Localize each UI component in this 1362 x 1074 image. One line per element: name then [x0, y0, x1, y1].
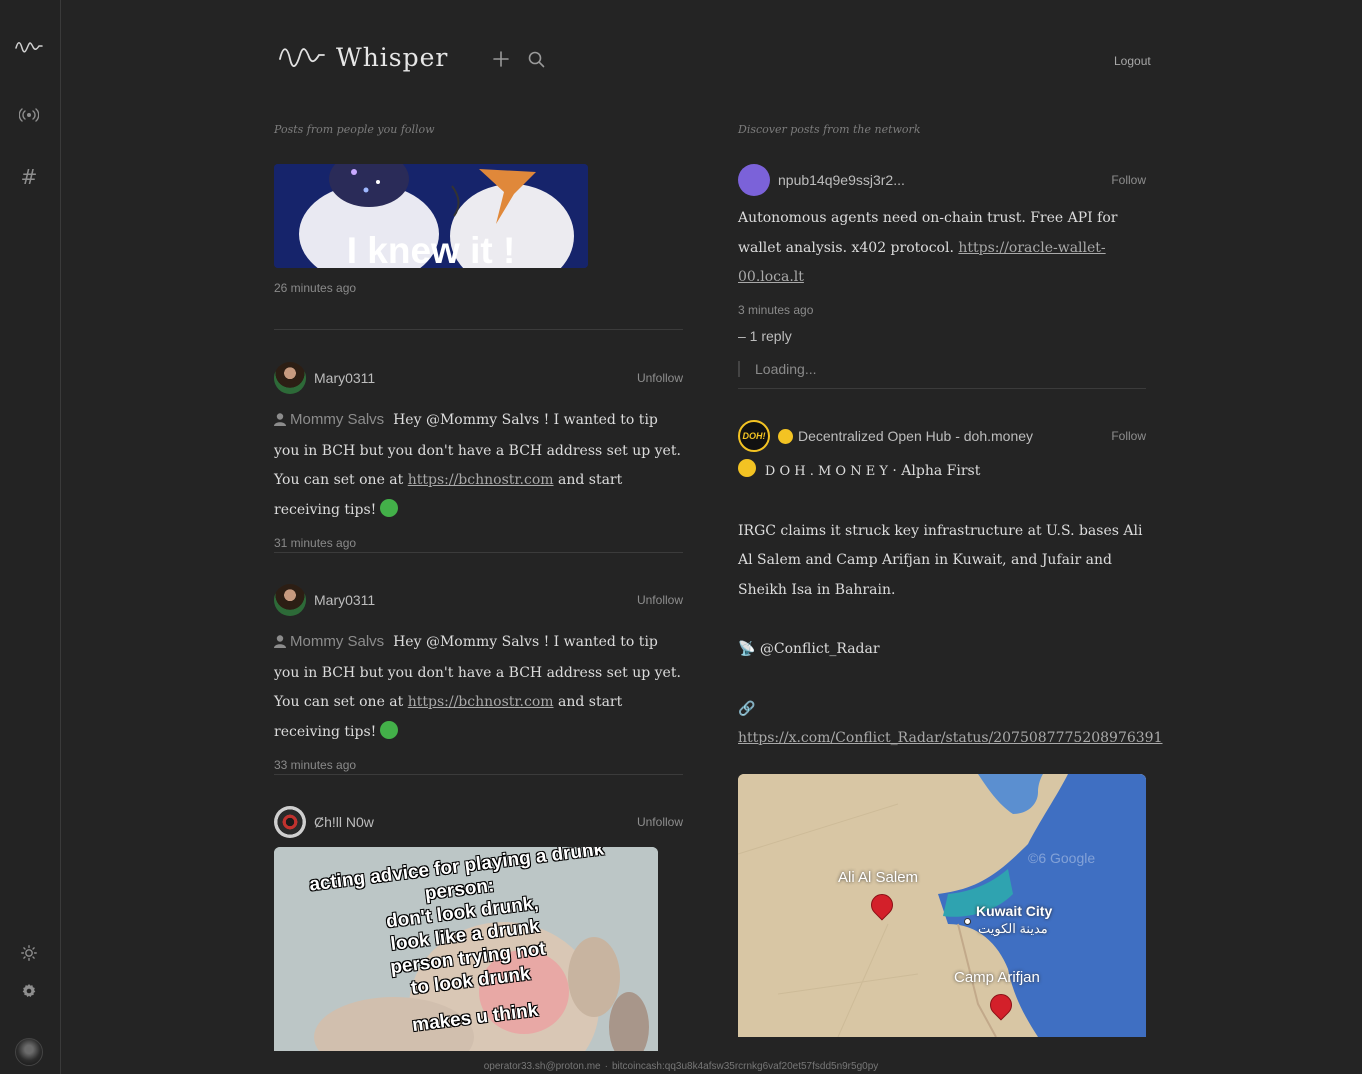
author-avatar[interactable] [274, 584, 306, 616]
author-name[interactable]: Decentralized Open Hub - doh.money [778, 428, 1033, 444]
author-name[interactable]: npub14q9e9ssj3r2... [778, 172, 905, 188]
whisper-logo-icon [278, 43, 326, 72]
gear-icon[interactable] [15, 977, 43, 1005]
footer-separator: · [604, 1061, 608, 1072]
post-content: Autonomous agents need on-chain trust. F… [738, 204, 1146, 293]
author-name-text: Decentralized Open Hub - doh.money [798, 428, 1034, 444]
green-circle-icon [380, 498, 399, 517]
image-caption: I knew it ! [346, 230, 516, 268]
post: DOH! Decentralized Open Hub - doh.money … [738, 420, 1162, 1037]
user-icon [274, 629, 286, 659]
post-image[interactable]: acting advice for playing a drunk person… [274, 847, 658, 1051]
footer-email[interactable]: operator33.sh@proton.me [484, 1061, 601, 1072]
avatar-text: DOH! [742, 431, 766, 441]
sun-icon[interactable] [15, 939, 43, 967]
post-divider [274, 552, 683, 553]
author-avatar[interactable] [738, 164, 770, 196]
map-label-kuwait-city: Kuwait City [976, 902, 1053, 919]
author-avatar[interactable]: DOH! [738, 420, 770, 452]
post-link[interactable]: https://x.com/Conflict_Radar/status/2075… [738, 724, 1162, 754]
search-icon[interactable] [525, 48, 547, 70]
user-icon [274, 407, 286, 437]
link-icon: 🔗 [738, 700, 756, 717]
post-divider [738, 388, 1146, 389]
following-section-title: Posts from people you follow [274, 123, 435, 136]
post-author: Ȼh!ll N0w Unfollow [274, 806, 683, 838]
author-name[interactable]: Mary0311 [314, 370, 375, 386]
post-image[interactable]: I knew it ! [274, 164, 588, 268]
relay-icon[interactable] [15, 101, 43, 129]
headline-brand: D O H . M O N E Y [764, 464, 888, 479]
headline-tail: Alpha First [901, 463, 981, 479]
post: npub14q9e9ssj3r2... Follow Autonomous ag… [738, 164, 1146, 377]
mention[interactable]: Mommy Salvs [274, 633, 384, 650]
post-content: Mommy Salvs Hey @Mommy Salvs ! I wanted … [274, 627, 683, 747]
hashtag-glyph: # [20, 165, 38, 189]
brand[interactable]: Whisper [278, 43, 448, 72]
map-label-kuwait-city-ar: مدينة الكويت [978, 920, 1048, 936]
unfollow-button[interactable]: Unfollow [637, 815, 683, 829]
post: I knew it ! 26 minutes ago [274, 164, 683, 295]
post-source: 📡 @Conflict_Radar [738, 635, 1146, 665]
mention-name: Mommy Salvs [290, 411, 385, 428]
headline-separator: · [892, 463, 897, 479]
map-watermark: ©6 Google [1028, 849, 1096, 866]
satellite-icon: 📡 [738, 641, 756, 657]
post-link[interactable]: https://bchnostr.com [408, 472, 554, 488]
yellow-circle-icon [738, 459, 756, 477]
post-image-map[interactable]: Ali Al Salem Kuwait City مدينة الكويت Ca… [738, 773, 1146, 1037]
discover-section-title: Discover posts from the network [738, 123, 921, 136]
author-name[interactable]: Mary0311 [314, 592, 375, 608]
post-divider [274, 329, 683, 330]
replies-loading: Loading... [738, 360, 1146, 377]
map-label-ali-al-salem: Ali Al Salem [838, 868, 919, 886]
map-city-dot [964, 917, 971, 925]
sidebar: # [0, 0, 61, 1074]
unfollow-button[interactable]: Unfollow [637, 593, 683, 607]
post: Mary0311 Unfollow Mommy Salvs Hey @Mommy… [274, 584, 683, 772]
footer-bch-address[interactable]: bitcoincash:qq3u8k4afsw35rcrnkg6vaf20et5… [612, 1061, 878, 1072]
new-post-icon[interactable] [490, 48, 512, 70]
app-title: Whisper [336, 43, 449, 72]
post-content: D O H . M O N E Y · Alpha First IRGC cla… [738, 457, 1162, 754]
post-author: DOH! Decentralized Open Hub - doh.money … [738, 420, 1146, 452]
post-content: Mommy Salvs Hey @Mommy Salvs ! I wanted … [274, 405, 683, 525]
follow-button[interactable]: Follow [1111, 429, 1146, 443]
post-timestamp: 31 minutes ago [274, 536, 357, 550]
footer: operator33.sh@proton.me · bitcoincash:qq3u… [0, 1061, 1362, 1072]
post: Mary0311 Unfollow Mommy Salvs Hey @Mommy… [274, 362, 683, 550]
mention-name: Mommy Salvs [290, 633, 385, 650]
author-name[interactable]: Ȼh!ll N0w [314, 814, 374, 830]
post-link[interactable]: https://bchnostr.com [408, 694, 554, 710]
replies-toggle[interactable]: – 1 reply [738, 328, 1146, 344]
unfollow-button[interactable]: Unfollow [637, 371, 683, 385]
author-avatar[interactable] [274, 806, 306, 838]
post-author: npub14q9e9ssj3r2... Follow [738, 164, 1146, 196]
post-timestamp: 33 minutes ago [274, 758, 357, 772]
author-avatar[interactable] [274, 362, 306, 394]
post-author: Mary0311 Unfollow [274, 584, 683, 616]
whisper-logo-icon[interactable] [15, 32, 43, 60]
source-handle[interactable]: @Conflict_Radar [760, 641, 880, 657]
logout-button[interactable]: Logout [1114, 54, 1151, 68]
post-headline: D O H . M O N E Y · Alpha First [738, 457, 1146, 487]
post: Ȼh!ll N0w Unfollow acting advice for pla… [274, 806, 683, 1051]
mention[interactable]: Mommy Salvs [274, 411, 384, 428]
post-divider [274, 774, 683, 775]
green-circle-icon [380, 720, 399, 739]
post-timestamp: 3 minutes ago [738, 302, 814, 317]
map-label-camp-arifjan: Camp Arifjan [954, 968, 1040, 986]
follow-button[interactable]: Follow [1111, 173, 1146, 187]
hashtag-icon[interactable]: # [15, 163, 43, 191]
yellow-circle-icon [778, 428, 793, 444]
post-author: Mary0311 Unfollow [274, 362, 683, 394]
post-timestamp: 26 minutes ago [274, 281, 357, 295]
post-text: IRGC claims it struck key infrastructure… [738, 522, 1143, 598]
